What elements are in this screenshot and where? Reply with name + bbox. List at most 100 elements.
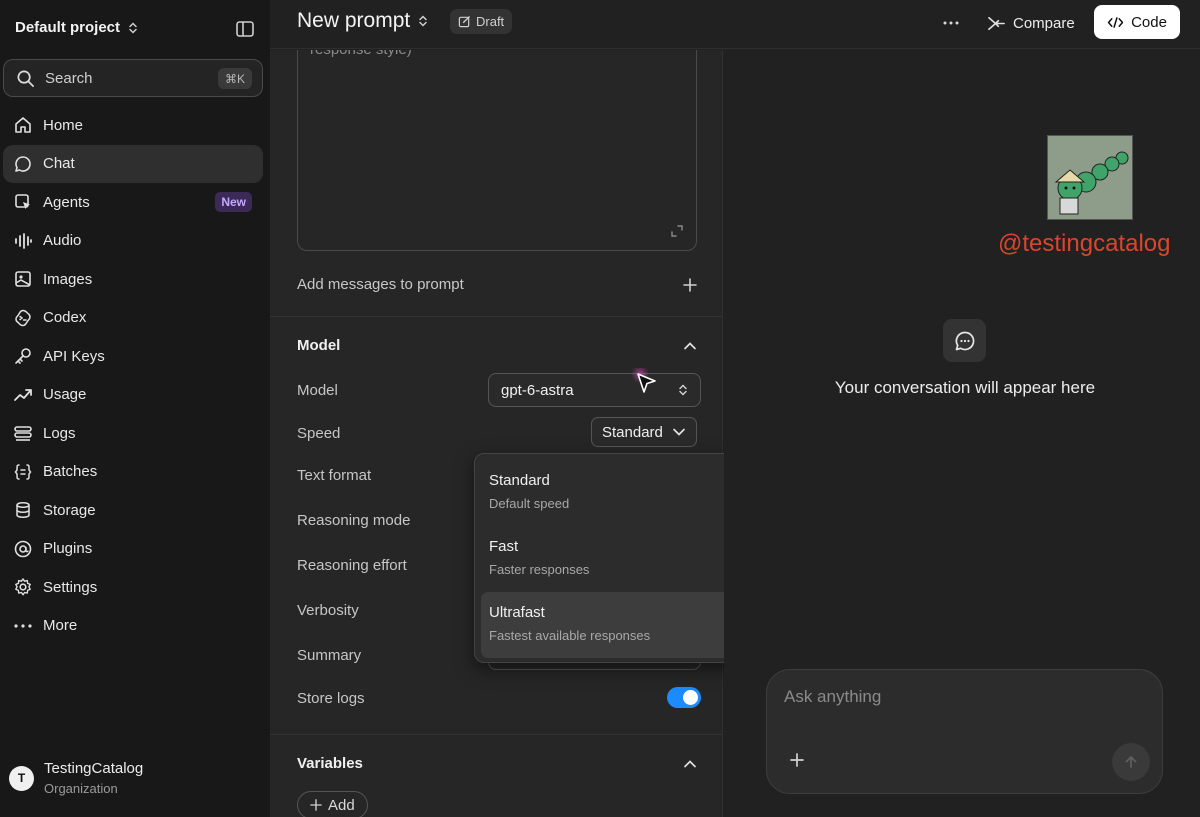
- new-badge: New: [215, 192, 252, 212]
- divider: [270, 734, 722, 735]
- chevron-updown-icon: [419, 15, 427, 27]
- batches-icon: [14, 464, 32, 480]
- empty-conversation-text: Your conversation will appear here: [834, 378, 1096, 397]
- usage-icon: [14, 388, 32, 401]
- send-button[interactable]: [1112, 743, 1150, 781]
- chevron-updown-icon: [679, 384, 687, 396]
- chevron-updown-icon: [129, 21, 137, 34]
- sidebar-item-label: Plugins: [43, 540, 93, 558]
- sidebar-item-label: Audio: [43, 232, 82, 250]
- mascot-image: [1047, 135, 1133, 220]
- search-label: Search: [45, 69, 93, 87]
- model-select[interactable]: gpt-6-astra: [488, 373, 701, 407]
- sidebar-item-label: Agents: [43, 193, 90, 211]
- edit-icon: [458, 16, 470, 28]
- plugins-icon: [14, 540, 32, 558]
- storage-icon: [16, 502, 30, 519]
- prompt-config-panel: response style) Add messages to prompt M…: [270, 50, 723, 817]
- sidebar-nav: Home Chat Agents New Audio Images Codex …: [3, 106, 263, 645]
- model-value: gpt-6-astra: [501, 381, 574, 399]
- add-variable-button[interactable]: Add: [297, 791, 368, 817]
- sidebar-item-batches[interactable]: Batches: [3, 453, 263, 492]
- sidebar-item-label: Batches: [43, 463, 98, 481]
- search-input[interactable]: Search ⌘K: [3, 59, 263, 97]
- section-title: Variables: [297, 755, 363, 772]
- system-message-text: response style): [310, 50, 412, 58]
- sidebar-item-agents[interactable]: Agents New: [3, 183, 263, 222]
- reasoning-effort-label: Reasoning effort: [297, 557, 407, 574]
- message-composer[interactable]: Ask anything: [766, 669, 1163, 794]
- logs-icon: [14, 426, 32, 442]
- conversation-panel: @testingcatalog Your conversation will a…: [724, 50, 1200, 817]
- search-shortcut: ⌘K: [217, 68, 252, 89]
- add-messages-label: Add messages to prompt: [297, 276, 464, 293]
- prompt-title[interactable]: New prompt: [297, 9, 430, 33]
- watermark-text: @testingcatalog: [998, 230, 1171, 257]
- code-button[interactable]: Code: [1094, 5, 1180, 39]
- mouse-cursor-icon: [631, 368, 656, 393]
- more-options-button[interactable]: [940, 13, 962, 33]
- sidebar-item-label: Chat: [43, 155, 75, 173]
- sidebar-item-label: Storage: [43, 501, 96, 519]
- chevron-down-icon: [673, 428, 685, 436]
- org-role: Organization: [44, 781, 118, 796]
- add-label: Add: [328, 796, 355, 814]
- variables-section-header[interactable]: Variables: [297, 755, 697, 772]
- org-name: TestingCatalog: [44, 760, 144, 777]
- images-icon: [15, 271, 31, 288]
- chevron-up-icon: [684, 759, 696, 767]
- sidebar-item-home[interactable]: Home: [3, 106, 263, 145]
- code-label: Code: [1131, 13, 1167, 31]
- status-text: Draft: [476, 14, 505, 29]
- sidebar-item-label: Usage: [43, 386, 87, 404]
- sidebar-item-label: Images: [43, 270, 93, 288]
- section-title: Model: [297, 337, 341, 354]
- sidebar-item-plugins[interactable]: Plugins: [3, 530, 263, 569]
- attach-plus-icon[interactable]: [787, 750, 807, 770]
- search-icon: [17, 70, 34, 87]
- project-selector[interactable]: Default project: [15, 19, 140, 36]
- home-icon: [15, 117, 31, 134]
- system-message-input[interactable]: response style): [297, 50, 697, 251]
- sidebar-item-codex[interactable]: Codex: [3, 299, 263, 338]
- model-label: Model: [297, 382, 338, 399]
- store-logs-toggle[interactable]: [667, 687, 701, 708]
- key-icon: [15, 348, 31, 365]
- chat-icon: [15, 155, 31, 172]
- sidebar-item-storage[interactable]: Storage: [3, 491, 263, 530]
- plus-icon: [310, 799, 322, 811]
- compare-button[interactable]: Compare: [987, 10, 1075, 36]
- plus-icon[interactable]: [683, 277, 697, 292]
- compare-label: Compare: [1013, 14, 1075, 32]
- sidebar: Default project Search ⌘K Home Chat Agen…: [0, 0, 270, 817]
- sidebar-item-images[interactable]: Images: [3, 260, 263, 299]
- agents-icon: [15, 194, 30, 210]
- compare-icon: [988, 16, 1005, 30]
- speed-select[interactable]: Standard: [591, 417, 697, 447]
- verbosity-label: Verbosity: [297, 602, 359, 619]
- expand-icon[interactable]: [670, 224, 684, 238]
- top-header: New prompt Draft Compare Code: [270, 0, 1200, 49]
- composer-placeholder: Ask anything: [784, 687, 882, 706]
- divider: [270, 316, 722, 317]
- add-messages-row[interactable]: Add messages to prompt: [297, 276, 697, 293]
- page-title: New prompt: [297, 9, 411, 32]
- ellipsis-icon: [943, 21, 959, 25]
- sidebar-item-api-keys[interactable]: API Keys: [3, 337, 263, 376]
- sidebar-item-audio[interactable]: Audio: [3, 222, 263, 261]
- sidebar-item-more[interactable]: More: [3, 607, 263, 646]
- mascot-drawing: [1048, 136, 1132, 219]
- organization-switcher[interactable]: T TestingCatalog Organization: [9, 760, 143, 796]
- summary-label: Summary: [297, 647, 362, 664]
- speed-label: Speed: [297, 425, 341, 442]
- sidebar-item-label: Logs: [43, 424, 76, 442]
- model-section-header[interactable]: Model: [297, 337, 697, 354]
- sidebar-toggle-button[interactable]: [234, 18, 256, 40]
- sidebar-item-logs[interactable]: Logs: [3, 414, 263, 453]
- status-badge: Draft: [450, 9, 513, 34]
- sidebar-item-usage[interactable]: Usage: [3, 376, 263, 415]
- sidebar-item-label: Settings: [43, 578, 98, 596]
- sidebar-item-chat[interactable]: Chat: [3, 144, 263, 183]
- chevron-up-icon: [684, 341, 696, 349]
- sidebar-item-settings[interactable]: Settings: [3, 568, 263, 607]
